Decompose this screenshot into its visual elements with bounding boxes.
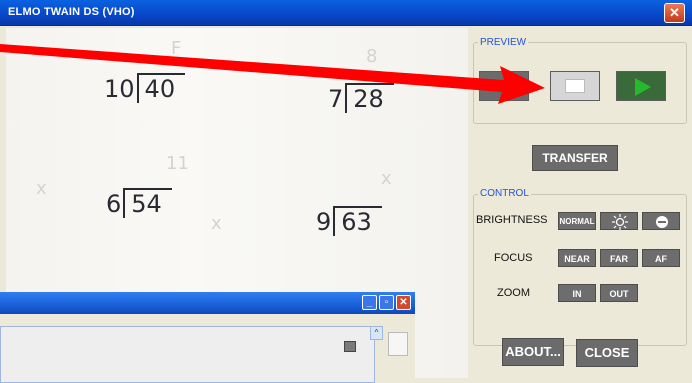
play-button[interactable] bbox=[616, 71, 666, 101]
focus-af-button[interactable]: AF bbox=[642, 249, 680, 267]
focus-far-button[interactable]: FAR bbox=[600, 249, 638, 267]
window-title: ELMO TWAIN DS (VHO) bbox=[8, 6, 135, 18]
about-button[interactable]: ABOUT... bbox=[502, 338, 564, 366]
close-button[interactable]: CLOSE bbox=[576, 339, 638, 367]
background-mark: x bbox=[36, 178, 47, 199]
background-mark: 8 bbox=[366, 46, 378, 67]
dividend: 63 bbox=[333, 206, 382, 236]
scroll-up-arrow[interactable]: ^ bbox=[370, 326, 383, 340]
document-icon[interactable] bbox=[388, 332, 408, 356]
zoom-out-button[interactable]: OUT bbox=[600, 284, 638, 302]
division-problem: 9 63 bbox=[316, 206, 382, 236]
minus-circle-icon bbox=[656, 216, 668, 228]
minimize-button[interactable]: _ bbox=[362, 295, 377, 310]
window-close-button[interactable]: ✕ bbox=[664, 3, 685, 23]
focus-near-button[interactable]: NEAR bbox=[558, 249, 596, 267]
brightness-label: BRIGHTNESS bbox=[476, 214, 548, 226]
preview-group-label: PREVIEW bbox=[478, 37, 529, 48]
pause-button[interactable] bbox=[479, 71, 529, 101]
sun-icon bbox=[612, 214, 628, 230]
control-group-label: CONTROL bbox=[478, 188, 531, 199]
dividend: 40 bbox=[136, 73, 186, 103]
close-button-small[interactable]: ✕ bbox=[396, 295, 411, 310]
dividend: 54 bbox=[123, 188, 172, 218]
dropdown-button[interactable] bbox=[344, 341, 356, 352]
background-mark: x bbox=[381, 168, 392, 189]
zoom-label: ZOOM bbox=[497, 287, 530, 299]
brightness-down-button[interactable] bbox=[642, 212, 680, 230]
title-bar: ELMO TWAIN DS (VHO) ✕ bbox=[0, 0, 692, 26]
transfer-button[interactable]: TRANSFER bbox=[532, 145, 618, 171]
dividend: 28 bbox=[345, 83, 394, 113]
background-mark: 11 bbox=[166, 153, 189, 174]
background-window-title-bar[interactable]: _ ▫ ✕ bbox=[0, 292, 415, 314]
division-problem: 6 54 bbox=[106, 188, 172, 218]
zoom-in-button[interactable]: IN bbox=[558, 284, 596, 302]
divisor: 7 bbox=[328, 85, 344, 113]
brightness-normal-button[interactable]: NORMAL bbox=[558, 212, 596, 230]
background-window: _ ▫ ✕ ^ bbox=[0, 292, 415, 383]
maximize-button[interactable]: ▫ bbox=[379, 295, 394, 310]
focus-label: FOCUS bbox=[494, 252, 533, 264]
background-mark: x bbox=[211, 213, 222, 234]
stop-button[interactable] bbox=[550, 71, 600, 101]
stop-icon bbox=[565, 79, 585, 93]
background-window-body: ^ bbox=[0, 314, 415, 383]
control-panel: PREVIEW TRANSFER CONTROL BRIGHTNESS NORM… bbox=[470, 28, 692, 383]
background-mark: F bbox=[171, 38, 182, 59]
division-problem: 7 28 bbox=[328, 83, 394, 113]
divisor: 6 bbox=[106, 190, 122, 218]
content-pane bbox=[0, 326, 375, 383]
divisor: 9 bbox=[316, 208, 332, 236]
brightness-up-button[interactable] bbox=[600, 212, 638, 230]
divisor: 10 bbox=[104, 75, 135, 103]
play-icon bbox=[635, 78, 651, 96]
division-problem: 10 40 bbox=[104, 73, 186, 103]
